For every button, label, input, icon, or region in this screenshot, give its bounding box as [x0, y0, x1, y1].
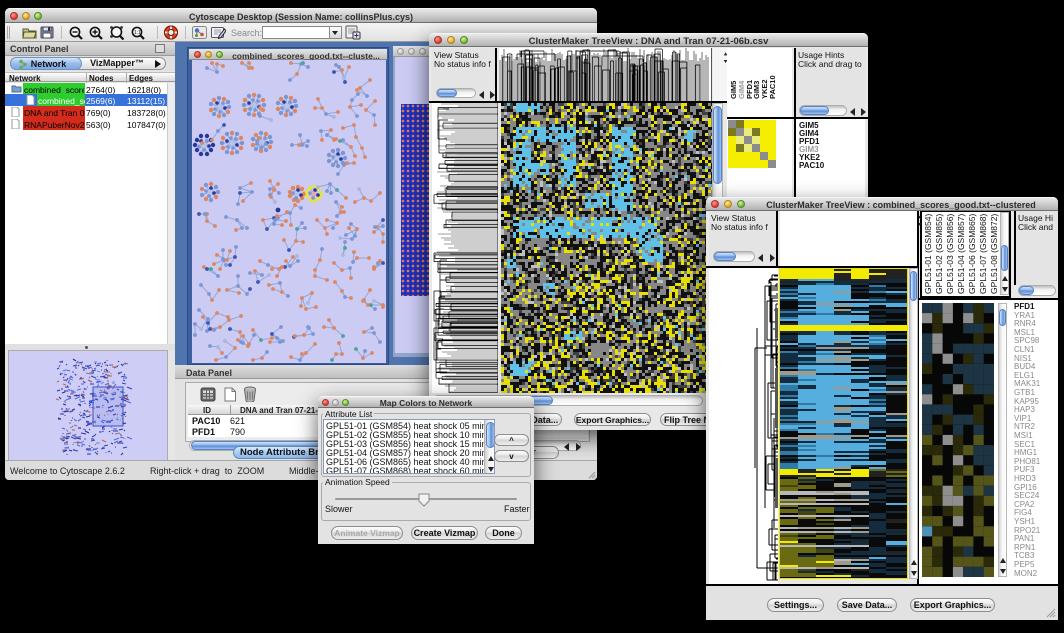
svg-text:1:1: 1:1: [134, 30, 141, 36]
